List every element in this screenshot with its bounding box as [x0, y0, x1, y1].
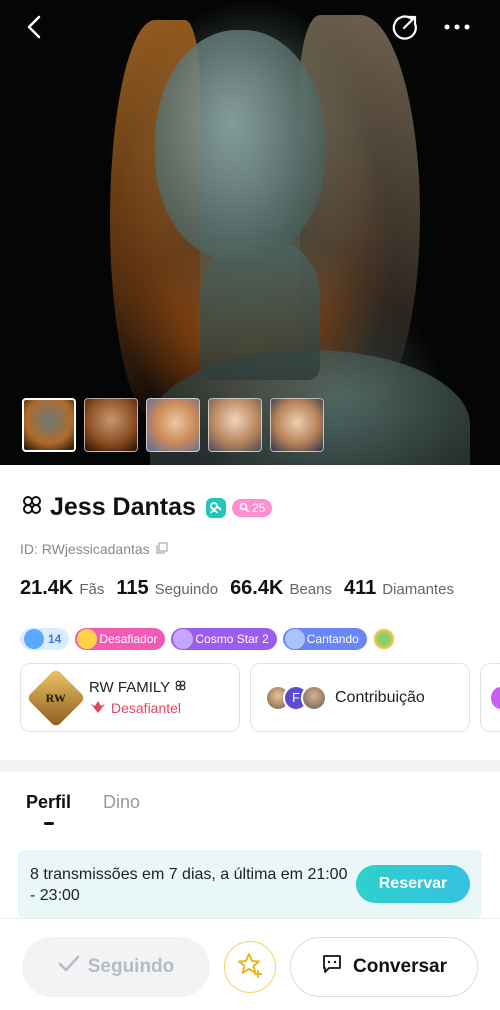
extra-card[interactable] — [480, 663, 500, 732]
following-button[interactable]: Seguindo — [22, 937, 210, 997]
photo-thumbnail-1[interactable] — [22, 398, 76, 452]
family-name: RW FAMILY — [89, 678, 170, 696]
microphone-icon — [284, 629, 305, 649]
verified-icon — [205, 497, 226, 518]
photo-thumbnail-3[interactable] — [146, 398, 200, 452]
profile-tabs-section: Perfil Dino 8 transmissões em 7 dias, a … — [0, 772, 500, 922]
singing-badge[interactable]: Cantando — [282, 628, 367, 650]
photo-thumbnail-5[interactable] — [270, 398, 324, 452]
diamond-icon — [24, 629, 44, 649]
clover-icon — [20, 493, 44, 522]
family-subtitle: Desafiantel — [111, 700, 182, 716]
avatar-letter: F — [292, 690, 300, 705]
profile-stats: 21.4K Fãs 115 Seguindo 66.4K Beans 411 D… — [20, 577, 460, 600]
challenger-icon — [77, 629, 98, 649]
level-value: 25 — [251, 500, 266, 515]
profile-name: Jess Dantas — [50, 493, 196, 521]
chat-button-label: Conversar — [353, 956, 447, 977]
cosmo-star-icon — [173, 629, 194, 649]
level-badge: 25 — [231, 498, 273, 517]
photo-thumbnail-4[interactable] — [208, 398, 262, 452]
cosmo-star-badge-label: Cosmo Star 2 — [195, 632, 269, 646]
chat-button[interactable]: Conversar — [290, 937, 478, 997]
reserve-button[interactable]: Reservar — [356, 865, 470, 903]
star-plus-icon — [236, 951, 264, 984]
contribution-card[interactable]: F Contribuição — [250, 663, 470, 732]
following-button-label: Seguindo — [87, 956, 175, 977]
cosmo-star-badge[interactable]: Cosmo Star 2 — [171, 628, 277, 650]
stat-diamonds-value[interactable]: 411 — [344, 577, 376, 600]
tab-profile[interactable]: Perfil — [26, 792, 71, 813]
profile-cards: RW RW FAMILY Desafiantel F Contribuição — [20, 663, 500, 732]
photo-thumbnails — [22, 398, 324, 452]
family-subtitle-row: Desafiantel — [89, 700, 187, 717]
profile-info: Jess Dantas 25 ID: RWjessicadantas 21.4K… — [0, 465, 500, 760]
check-icon — [58, 955, 80, 979]
schedule-text: 8 transmissões em 7 dias, a última em 21… — [30, 866, 348, 904]
family-logo: RW — [26, 667, 86, 728]
stat-beans-label: Beans — [289, 581, 332, 598]
profile-cover-photo[interactable] — [0, 0, 500, 465]
cover-face — [155, 30, 325, 260]
singing-badge-label: Cantando — [306, 632, 359, 646]
family-card[interactable]: RW RW FAMILY Desafiantel — [20, 663, 240, 732]
user-id-text: ID: RWjessicadantas — [20, 541, 150, 557]
diamond-badge[interactable]: 14 — [20, 628, 70, 650]
avatar — [301, 684, 327, 711]
photo-thumbnail-2[interactable] — [84, 398, 138, 452]
stat-fans-value[interactable]: 21.4K — [20, 577, 73, 600]
user-id[interactable]: ID: RWjessicadantas — [20, 541, 168, 557]
more-dots-icon[interactable] — [440, 10, 474, 44]
stat-following-value[interactable]: 115 — [116, 577, 148, 600]
phoenix-icon — [89, 700, 107, 717]
stat-beans-value[interactable]: 66.4K — [230, 577, 283, 600]
wreath-badge-icon[interactable] — [372, 628, 395, 650]
share-arrow-icon[interactable] — [388, 10, 422, 44]
family-name-row: RW FAMILY — [89, 679, 187, 696]
tab-bar: Perfil Dino — [26, 792, 140, 813]
stat-diamonds-label: Diamantes — [382, 581, 454, 598]
stat-fans-label: Fãs — [79, 581, 105, 598]
family-logo-text: RW — [45, 690, 67, 704]
live-schedule-banner: 8 transmissões em 7 dias, a última em 21… — [18, 850, 482, 918]
favorite-star-button[interactable] — [224, 941, 276, 993]
extra-card-icon — [491, 686, 500, 709]
challenger-badge[interactable]: Desafiador — [75, 628, 166, 650]
back-icon[interactable] — [18, 10, 52, 44]
chat-icon — [321, 954, 343, 980]
challenger-badge-label: Desafiador — [99, 632, 158, 646]
diamond-badge-value: 14 — [48, 632, 62, 646]
stat-following-label: Seguindo — [154, 581, 219, 598]
badge-row: 14 Desafiador Cosmo Star 2 Cantando — [20, 628, 395, 650]
bottom-action-bar: Seguindo Conversar — [0, 918, 500, 1010]
cover-neck — [200, 240, 320, 380]
contributor-avatars: F — [265, 684, 327, 711]
tab-dino[interactable]: Dino — [103, 792, 140, 813]
contribution-label: Contribuição — [335, 688, 425, 706]
clover-icon — [174, 679, 187, 696]
search-level-icon — [239, 502, 250, 513]
copy-icon[interactable] — [156, 541, 168, 557]
name-row: Jess Dantas 25 — [20, 493, 273, 522]
